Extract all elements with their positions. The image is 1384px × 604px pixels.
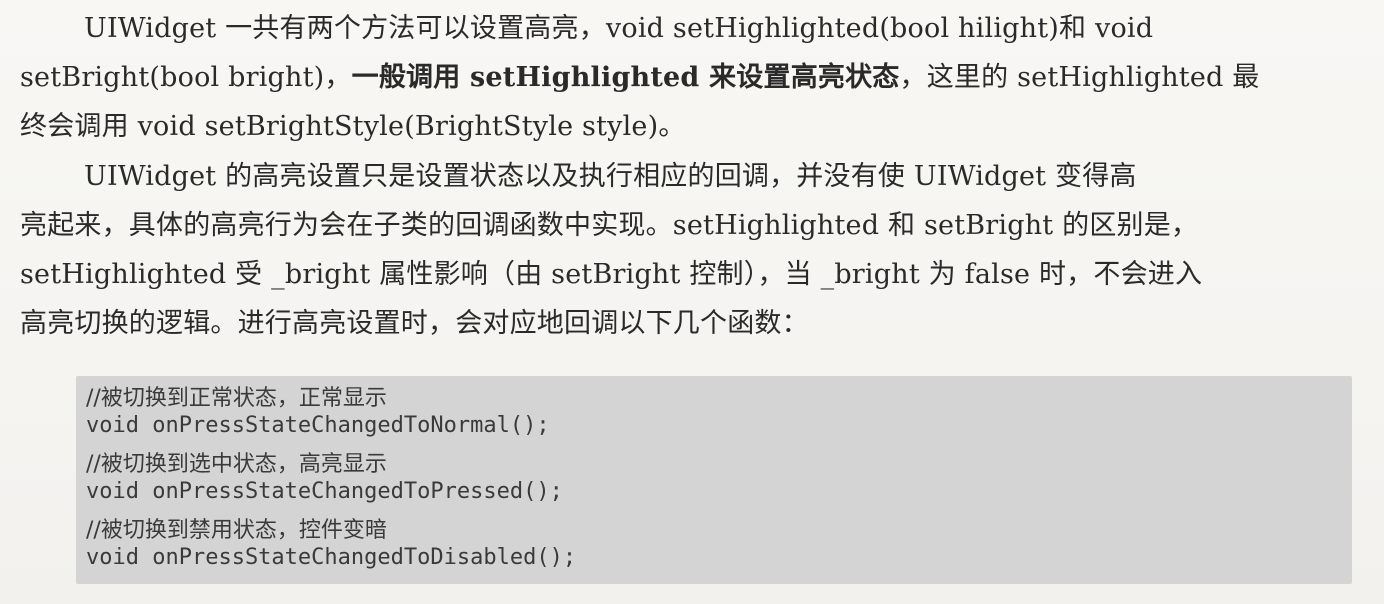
paragraph-highlight-methods: UIWidget 一共有两个方法可以设置高亮，void setHighlight… [20,4,1360,151]
paragraph-line: 亮起来，具体的高亮行为会在子类的回调函数中实现。setHighlighted 和… [20,210,1199,241]
code-comment-line: //被切换到选中状态，高亮显示 [86,452,387,477]
text-run: setBright(bool bright)， [20,62,352,93]
code-line: void onPressStateChangedToDisabled(); [86,545,577,570]
bold-text-run: 一般调用 setHighlighted 来设置高亮状态 [351,62,900,93]
paragraph-line: setBright(bool bright)，一般调用 setHighlight… [20,53,1360,102]
code-block: //被切换到正常状态，正常显示 void onPressStateChanged… [76,376,1352,584]
document-page: UIWidget 一共有两个方法可以设置高亮，void setHighlight… [0,0,1384,604]
paragraph-highlight-behavior: UIWidget 的高亮设置只是设置状态以及执行相应的回调，并没有使 UIWid… [20,152,1360,348]
paragraph-line: UIWidget 的高亮设置只是设置状态以及执行相应的回调，并没有使 UIWid… [84,161,1137,192]
paragraph-line: UIWidget 一共有两个方法可以设置高亮，void setHighlight… [84,13,1154,44]
code-line: void onPressStateChangedToNormal(); [86,413,550,438]
paragraph-line: setHighlighted 受 _bright 属性影响（由 setBrigh… [20,259,1203,290]
code-line: void onPressStateChangedToPressed(); [86,479,563,504]
code-comment-line: //被切换到禁用状态，控件变暗 [86,518,387,543]
text-run: ，这里的 setHighlighted 最 [899,62,1260,93]
paragraph-line: 高亮切换的逻辑。进行高亮设置时，会对应地回调以下几个函数： [20,308,809,339]
code-comment-line: //被切换到正常状态，正常显示 [86,386,387,411]
paragraph-line: 终会调用 void setBrightStyle(BrightStyle sty… [20,111,686,142]
